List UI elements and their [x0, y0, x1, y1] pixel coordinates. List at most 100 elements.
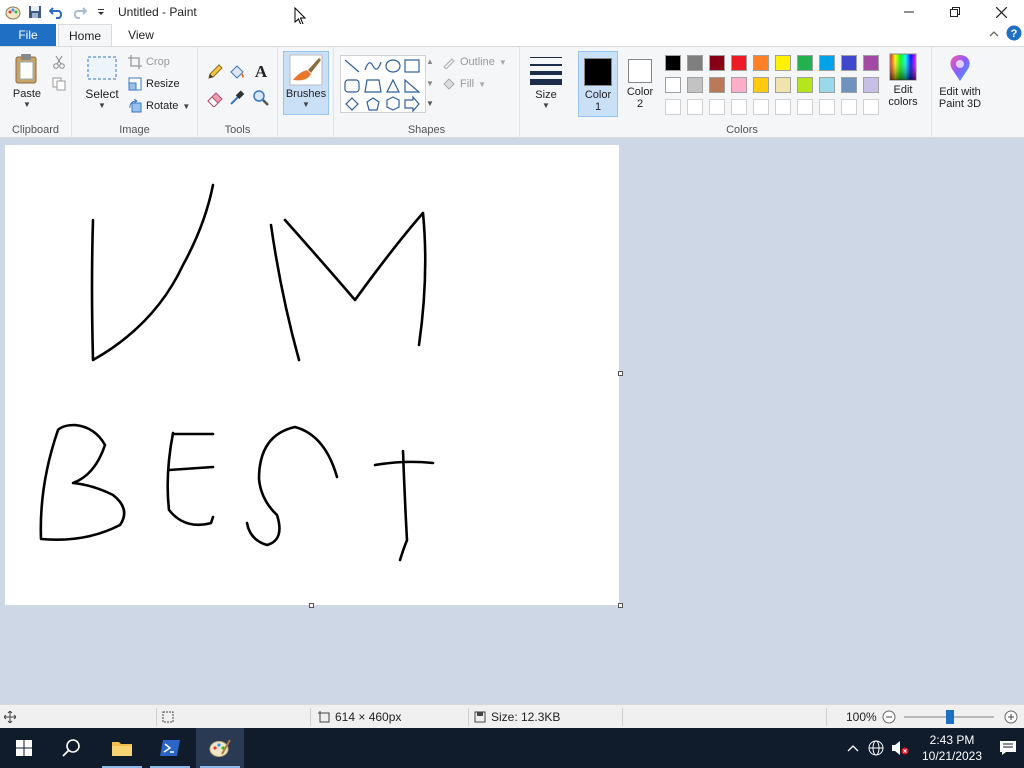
customize-qat-icon[interactable] [90, 1, 112, 23]
palette-swatch[interactable] [838, 52, 860, 74]
zoom-out-button[interactable] [882, 710, 896, 727]
palette-swatch[interactable] [816, 96, 838, 118]
palette-swatch-color [797, 99, 813, 115]
clipboard-group: Paste ▼ Clipboard [0, 47, 72, 138]
palette-swatch-color [665, 77, 681, 93]
palette-swatch[interactable] [728, 74, 750, 96]
resize-button[interactable]: Resize [128, 77, 180, 91]
edit-with-paint3d-button[interactable]: Edit with Paint 3D [934, 53, 986, 110]
palette-swatch[interactable] [838, 96, 860, 118]
brushes-button[interactable]: Brushes ▼ [283, 51, 329, 115]
palette-swatch[interactable] [684, 96, 706, 118]
restore-button[interactable] [932, 0, 978, 24]
rotate-button[interactable]: Rotate ▼ [128, 99, 190, 113]
fill-bucket-icon[interactable] [228, 63, 246, 84]
text-tool-icon[interactable]: A [252, 61, 270, 84]
palette-swatch[interactable] [706, 52, 728, 74]
color1-selector[interactable]: Color 1 [578, 51, 618, 117]
palette-swatch[interactable] [684, 74, 706, 96]
palette-swatch[interactable] [706, 74, 728, 96]
image-dimensions-text: 614 × 460px [335, 710, 402, 724]
clock[interactable]: 2:43 PM 10/21/2023 [912, 732, 992, 764]
taskbar: 2:43 PM 10/21/2023 [0, 728, 1024, 768]
edit-colors-button[interactable]: Edit colors [882, 53, 924, 108]
palette-swatch[interactable] [860, 52, 882, 74]
palette-swatch[interactable] [816, 74, 838, 96]
search-button[interactable] [48, 728, 96, 768]
zoom-slider-thumb[interactable] [946, 710, 954, 724]
palette-swatch[interactable] [728, 96, 750, 118]
palette-swatch[interactable] [838, 74, 860, 96]
palette-swatch-color [665, 55, 681, 71]
undo-icon[interactable] [46, 1, 68, 23]
palette-swatch[interactable] [772, 96, 794, 118]
color2-selector[interactable]: Color 2 [620, 51, 660, 117]
shapes-group-label: Shapes [407, 124, 446, 136]
palette-swatch[interactable] [662, 74, 684, 96]
brush-icon [289, 54, 323, 86]
size-label: Size [535, 89, 557, 101]
palette-swatch[interactable] [772, 74, 794, 96]
canvas-resize-handle-right[interactable] [618, 371, 623, 376]
taskbar-paint[interactable] [196, 728, 244, 768]
notifications-icon[interactable] [992, 740, 1024, 756]
close-button[interactable] [978, 0, 1024, 24]
palette-swatch-color [709, 99, 725, 115]
cut-icon[interactable] [52, 55, 66, 72]
window-title: Untitled - Paint [118, 5, 197, 19]
tab-file[interactable]: File [0, 24, 56, 46]
collapse-ribbon-icon[interactable] [988, 28, 1000, 42]
palette-swatch[interactable] [728, 52, 750, 74]
palette-swatch[interactable] [860, 74, 882, 96]
palette-swatch[interactable] [860, 96, 882, 118]
paste-button[interactable]: Paste ▼ [8, 53, 46, 109]
palette-swatch[interactable] [750, 74, 772, 96]
taskbar-powershell[interactable] [146, 728, 194, 768]
canvas-resize-handle-bottom[interactable] [309, 603, 314, 608]
palette-swatch[interactable] [794, 74, 816, 96]
palette-swatch[interactable] [662, 96, 684, 118]
outline-button[interactable]: Outline ▼ [442, 55, 507, 69]
fill-button[interactable]: Fill ▼ [442, 77, 486, 91]
start-button[interactable] [0, 728, 48, 768]
pencil-icon[interactable] [206, 63, 224, 84]
taskbar-file-explorer[interactable] [98, 728, 146, 768]
shapes-scroll-down-icon[interactable]: ▼ [426, 79, 434, 88]
palette-swatch[interactable] [772, 52, 794, 74]
save-icon[interactable] [24, 1, 46, 23]
outline-dropdown-icon: ▼ [498, 57, 507, 67]
palette-swatch[interactable] [662, 52, 684, 74]
tab-view[interactable]: View [116, 24, 166, 46]
volume-muted-icon[interactable] [888, 740, 912, 756]
palette-swatch[interactable] [816, 52, 838, 74]
crop-button[interactable]: Crop [128, 55, 170, 69]
palette-swatch[interactable] [750, 96, 772, 118]
tab-home[interactable]: Home [58, 24, 112, 46]
eraser-icon[interactable] [206, 89, 224, 110]
drawing-canvas[interactable] [5, 145, 619, 605]
size-lines-icon [530, 57, 562, 85]
magnifier-icon[interactable] [252, 89, 270, 110]
select-button[interactable]: Select ▼ [82, 55, 122, 110]
palette-swatch[interactable] [750, 52, 772, 74]
palette-swatch[interactable] [794, 52, 816, 74]
color-picker-icon[interactable] [228, 89, 246, 110]
size-button[interactable]: Size ▼ [526, 55, 566, 110]
minimize-button[interactable] [886, 0, 932, 24]
redo-icon[interactable] [68, 1, 90, 23]
palette-swatch-color [687, 55, 703, 71]
shapes-gallery[interactable] [340, 55, 426, 113]
help-icon[interactable]: ? [1006, 25, 1022, 44]
paint-app-icon[interactable] [2, 1, 24, 23]
show-hidden-icons-icon[interactable] [842, 744, 864, 752]
canvas-resize-handle-corner[interactable] [618, 603, 623, 608]
palette-swatch[interactable] [706, 96, 728, 118]
palette-swatch[interactable] [684, 52, 706, 74]
svg-text:A: A [255, 62, 268, 81]
network-icon[interactable] [864, 740, 888, 756]
shapes-scroll-up-icon[interactable]: ▲ [426, 57, 434, 66]
zoom-in-button[interactable] [1004, 710, 1018, 727]
shapes-expand-icon[interactable]: ▼ [426, 99, 434, 108]
copy-icon[interactable] [52, 77, 66, 94]
palette-swatch[interactable] [794, 96, 816, 118]
